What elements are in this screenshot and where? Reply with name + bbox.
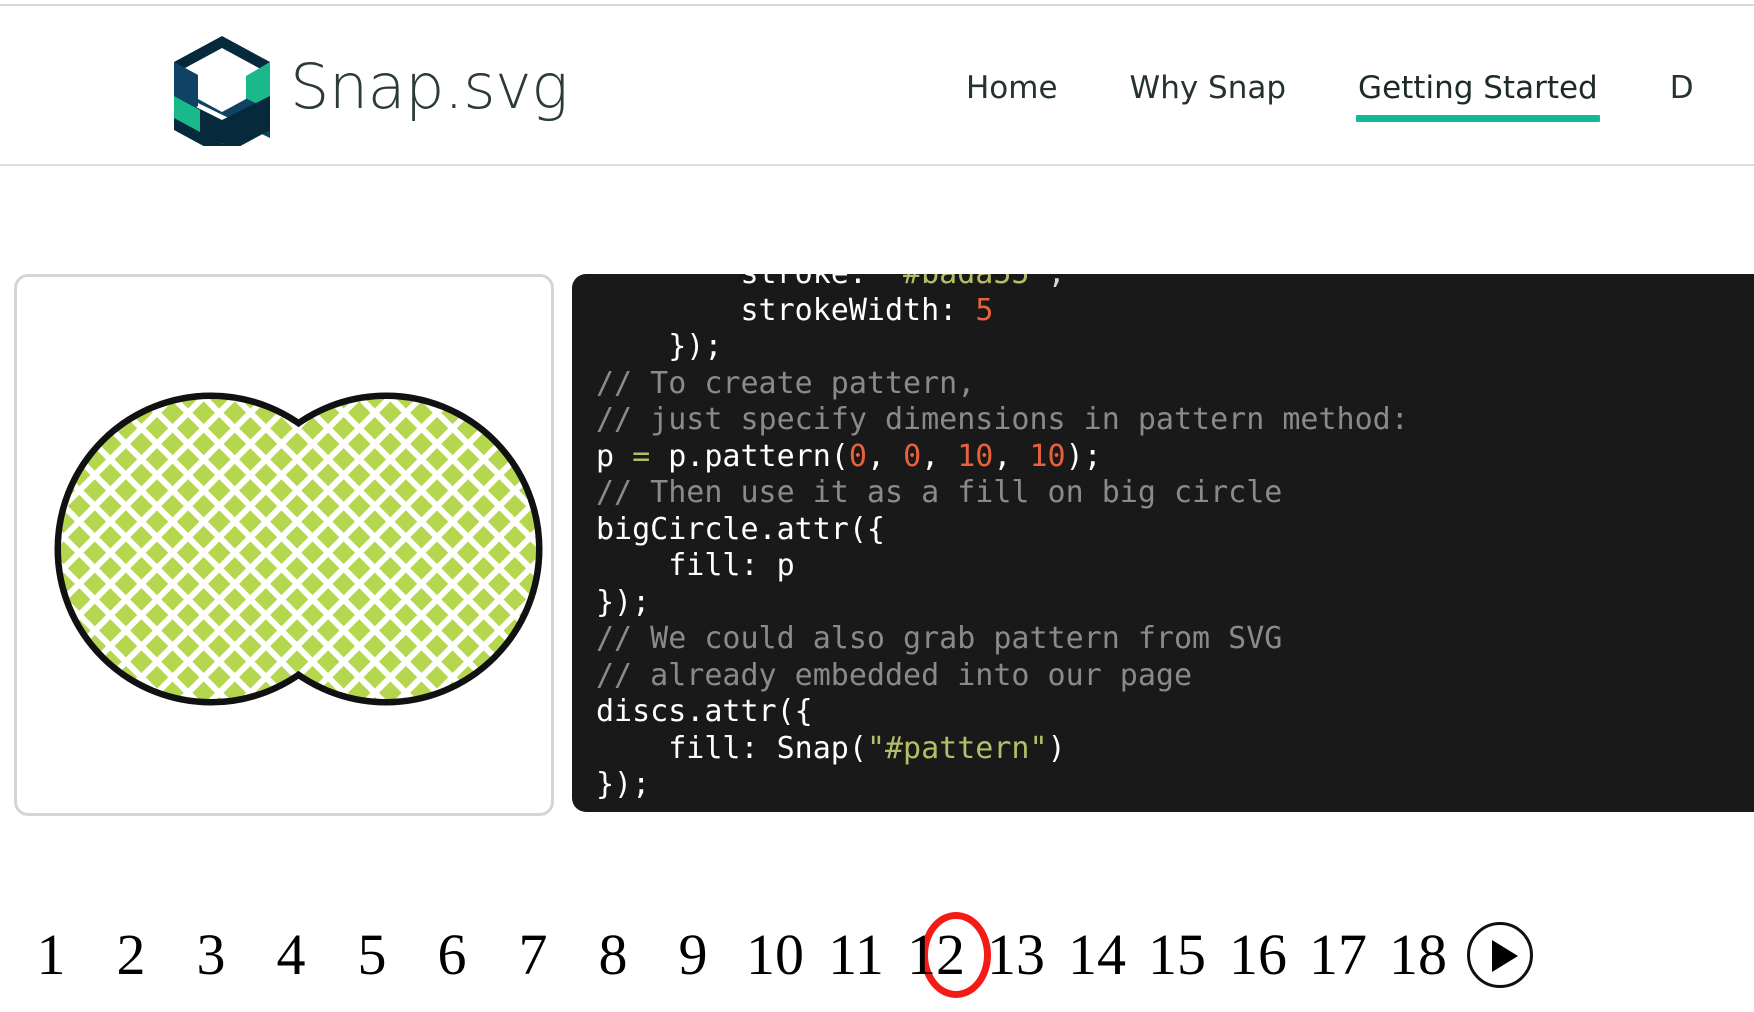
pagination-page-5[interactable]: 5	[327, 918, 417, 992]
pagination-page-16[interactable]: 16	[1213, 918, 1303, 992]
pagination-page-3[interactable]: 3	[166, 918, 256, 992]
code-line: });	[596, 329, 1409, 366]
code-token: stroke:	[741, 274, 886, 291]
nav-item-home[interactable]: Home	[930, 62, 1094, 114]
pagination-page-6[interactable]: 6	[407, 918, 497, 992]
code-token: )	[1047, 730, 1066, 766]
code-line: bigCircle.attr({	[596, 512, 1409, 549]
code-line: fill: Snap("#pattern")	[596, 731, 1409, 768]
code-token: // We could also grab pattern from SVG	[596, 621, 1283, 656]
nav-item-getting-started[interactable]: Getting Started	[1322, 62, 1634, 122]
header-bottom-divider	[0, 164, 1754, 166]
pagination-page-10[interactable]: 10	[730, 918, 820, 992]
code-token: p	[596, 438, 633, 474]
nav-item-documentation[interactable]: D	[1634, 62, 1730, 114]
code-token: // Then use it as a fill on big circle	[596, 475, 1283, 510]
code-token: bigCircle.attr({	[596, 511, 885, 547]
code-token: p.pattern(	[650, 438, 849, 474]
site-header: Snap.svg Home Why Snap Getting Started D	[0, 6, 1754, 164]
pagination-page-1[interactable]: 1	[6, 918, 96, 992]
pagination-page-8[interactable]: 8	[568, 918, 658, 992]
code-token: });	[668, 329, 723, 364]
main-nav: Home Why Snap Getting Started D	[930, 62, 1730, 122]
code-token: "#bada55"	[885, 274, 1048, 291]
code-line: // just specify dimensions in pattern me…	[596, 402, 1409, 439]
code-token: 0	[848, 438, 867, 474]
code-token: discs.attr({	[596, 694, 813, 729]
pagination-page-14[interactable]: 14	[1052, 918, 1142, 992]
code-token: 0	[903, 438, 922, 474]
code-token: 10	[1029, 438, 1066, 474]
code-content: stroke: "#bada55", strokeWidth: 5 });// …	[596, 274, 1409, 804]
nav-item-why-snap[interactable]: Why Snap	[1094, 62, 1323, 114]
demo-svg-canvas	[54, 392, 543, 706]
code-line: discs.attr({	[596, 694, 1409, 731]
code-token: ,	[921, 438, 958, 474]
code-token: ,	[993, 438, 1030, 474]
code-token: // already embedded into our page	[596, 657, 1193, 693]
brand[interactable]: Snap.svg	[170, 34, 568, 146]
nav-item-label: Home	[966, 70, 1058, 106]
code-editor-panel[interactable]: stroke: "#bada55", strokeWidth: 5 });// …	[572, 274, 1754, 812]
pagination-page-11[interactable]: 11	[811, 918, 901, 992]
code-line: strokeWidth: 5	[596, 293, 1409, 330]
pagination-page-9[interactable]: 9	[648, 918, 738, 992]
code-token: 5	[975, 292, 994, 328]
pagination-page-12[interactable]: 12	[891, 918, 981, 992]
code-line: });	[596, 767, 1409, 804]
pagination-page-7[interactable]: 7	[488, 918, 578, 992]
pagination-page-13[interactable]: 13	[971, 918, 1061, 992]
snap-svg-hexagon-logo-icon	[170, 34, 274, 146]
play-triangle-icon	[1492, 940, 1518, 972]
page-root: Snap.svg Home Why Snap Getting Started D	[0, 0, 1754, 1012]
code-line: // already embedded into our page	[596, 658, 1409, 695]
code-line: p = p.pattern(0, 0, 10, 10);	[596, 439, 1409, 476]
code-line: // Then use it as a fill on big circle	[596, 475, 1409, 512]
code-token: 10	[957, 438, 994, 474]
code-token: =	[632, 438, 651, 474]
pagination-page-2[interactable]: 2	[86, 918, 176, 992]
pagination-page-4[interactable]: 4	[246, 918, 336, 992]
nav-item-label: Why Snap	[1129, 70, 1287, 106]
brand-name: Snap.svg	[290, 50, 568, 123]
play-icon[interactable]	[1467, 922, 1533, 988]
code-token: ,	[866, 438, 904, 474]
pagination-page-17[interactable]: 17	[1293, 918, 1383, 992]
code-token: // just specify dimensions in pattern me…	[596, 402, 1409, 437]
code-line: fill: p	[596, 548, 1409, 585]
code-line: stroke: "#bada55",	[596, 274, 1409, 293]
pagination: 1 2 3 4 5 6 7 8 9 10 11 12 13 14 15 16 17 18	[0, 912, 1754, 1012]
code-line: // To create pattern,	[596, 366, 1409, 403]
code-token: ,	[1048, 274, 1066, 291]
code-token: );	[1065, 438, 1102, 474]
code-line: // We could also grab pattern from SVG	[596, 621, 1409, 658]
pagination-page-18[interactable]: 18	[1373, 918, 1463, 992]
code-token: "#pattern"	[866, 730, 1048, 766]
code-line: });	[596, 585, 1409, 622]
second-circle	[236, 399, 536, 699]
nav-item-label: D	[1669, 70, 1694, 106]
code-token: fill: Snap(	[668, 730, 867, 766]
code-token: // To create pattern,	[596, 365, 976, 401]
nav-active-underline	[1356, 115, 1600, 122]
code-token: });	[596, 584, 651, 620]
code-token: strokeWidth:	[740, 292, 976, 328]
demo-preview-card[interactable]	[14, 274, 554, 816]
pagination-page-15[interactable]: 15	[1132, 918, 1222, 992]
nav-item-label: Getting Started	[1358, 70, 1598, 106]
code-token: });	[596, 767, 651, 802]
code-token: fill: p	[668, 548, 795, 583]
